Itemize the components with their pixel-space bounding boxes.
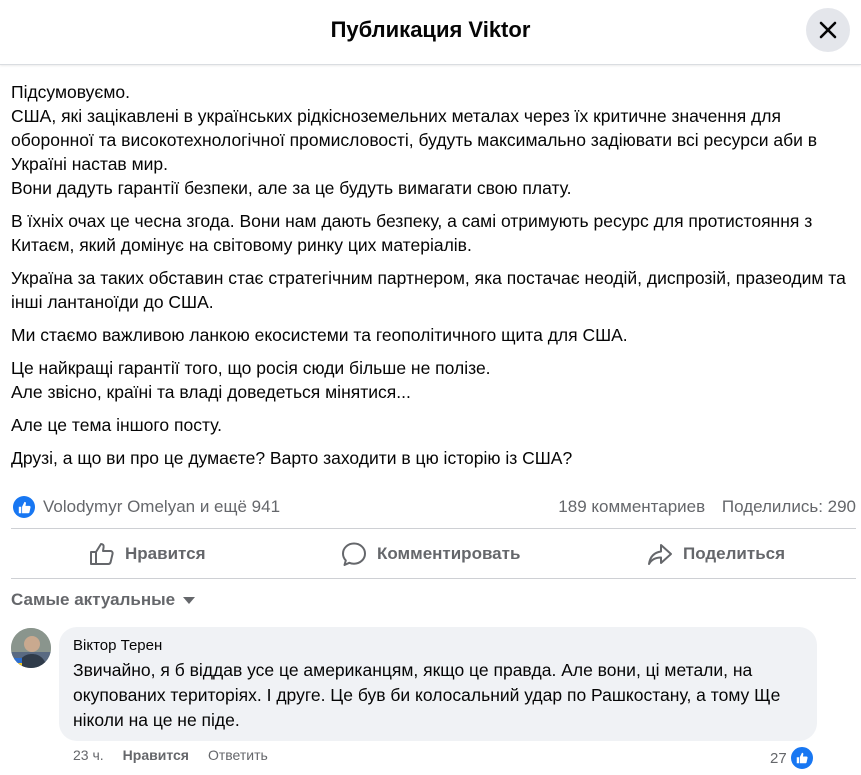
- post-paragraph: Але це тема іншого посту.: [11, 415, 223, 435]
- shares-count[interactable]: Поделились: 290: [722, 497, 856, 516]
- likes-summary[interactable]: Volodymyr Omelyan и ещё 941: [43, 497, 280, 517]
- share-label: Поделиться: [683, 544, 786, 563]
- like-badge-icon: [788, 745, 815, 771]
- post-paragraph: Друзі, а що ви про це думаєте? Варто зах…: [11, 448, 573, 468]
- close-icon: [819, 21, 837, 39]
- like-button[interactable]: Нравится: [89, 531, 206, 577]
- sort-label: Самые актуальные: [11, 590, 176, 609]
- post-stats: Volodymyr Omelyan и ещё 941 189 коммента…: [11, 494, 856, 520]
- comment-button[interactable]: Комментировать: [341, 531, 520, 577]
- reaction-count: 27: [770, 749, 787, 767]
- comment-time[interactable]: 23 ч.: [73, 747, 104, 763]
- share-button[interactable]: Поделиться: [647, 531, 785, 577]
- share-icon: [648, 544, 672, 565]
- comment-reactions[interactable]: 27: [770, 745, 815, 771]
- comment-icon: [342, 542, 366, 566]
- thumbs-up-icon: [90, 543, 114, 565]
- comment-text: Звичайно, я б віддав усе це американцям,…: [73, 660, 781, 730]
- comment-meta: 23 ч. Нравится Ответить: [73, 747, 287, 763]
- comment-label: Комментировать: [377, 544, 521, 563]
- divider: [11, 528, 856, 529]
- post-header: Публикация Viktor: [0, 0, 861, 65]
- comment-like-button[interactable]: Нравится: [123, 747, 189, 763]
- page-title: Публикация Viktor: [330, 17, 531, 42]
- like-label: Нравится: [125, 544, 206, 563]
- divider: [11, 578, 856, 579]
- comment-reply-button[interactable]: Ответить: [208, 747, 268, 763]
- post-paragraph: Це найкращі гарантії того, що росія сюди…: [11, 358, 491, 402]
- comment-bubble: Віктор Терен Звичайно, я б віддав усе це…: [59, 627, 817, 741]
- post-paragraph: Ми стаємо важливою ланкою екосистеми та …: [11, 325, 628, 345]
- post-actions: Нравится Комментировать Поделиться: [11, 531, 856, 577]
- post-paragraph: Підсумовуємо. США, які зацікавлені в укр…: [11, 82, 818, 198]
- post-paragraph: Україна за таких обставин стає стратегіч…: [11, 268, 846, 312]
- post-paragraph: В їхніх очах це чесна згода. Вони нам да…: [11, 211, 813, 255]
- caret-down-icon: [183, 597, 196, 604]
- avatar[interactable]: [11, 628, 51, 668]
- like-badge-icon: [13, 496, 35, 518]
- comment-author[interactable]: Віктор Терен: [73, 637, 162, 654]
- comments-count[interactable]: 189 комментариев: [558, 497, 705, 516]
- close-button[interactable]: [806, 8, 850, 52]
- comment-sort-dropdown[interactable]: Самые актуальные: [11, 590, 196, 610]
- post-body: Підсумовуємо. США, які зацікавлені в укр…: [11, 80, 856, 479]
